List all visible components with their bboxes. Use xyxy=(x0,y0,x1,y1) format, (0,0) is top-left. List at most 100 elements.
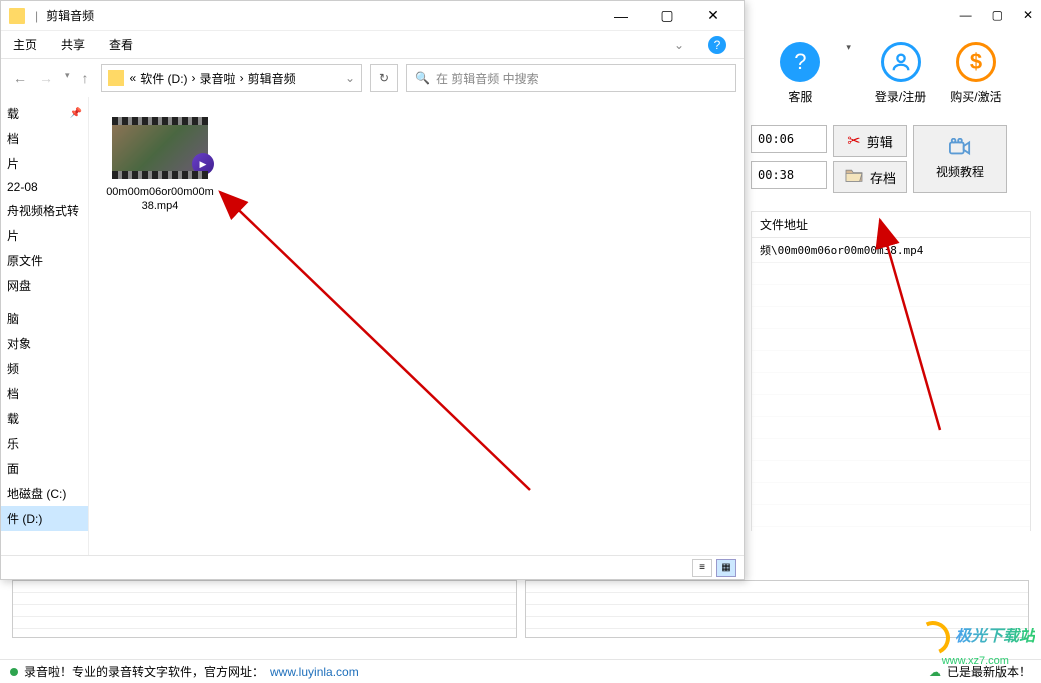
search-icon: 🔍 xyxy=(415,71,430,85)
bg-minimize-button[interactable]: — xyxy=(960,8,972,22)
watermark-name: 极光下载站 xyxy=(955,628,1035,645)
tutorial-button[interactable]: 视频教程 xyxy=(913,125,1007,193)
sidebar-item[interactable]: 网盘 xyxy=(1,273,88,298)
time-end-input[interactable]: 00:38 xyxy=(751,161,827,189)
control-area: 00:06 ✂ 剪辑 视频教程 00:38 存档 文件地址 xyxy=(741,125,1041,531)
status-dot-icon xyxy=(10,668,18,676)
breadcrumb-dropdown-icon[interactable]: ⌄ xyxy=(345,71,355,85)
play-overlay-icon: ▶ xyxy=(192,153,214,175)
sidebar-item[interactable]: 档 xyxy=(1,381,88,406)
view-icons-button[interactable]: ▦ xyxy=(716,559,736,577)
sidebar-item[interactable]: 乐 xyxy=(1,431,88,456)
help-icon: ? xyxy=(780,42,820,82)
explorer-title-bar: | 剪辑音频 — ▢ ✕ xyxy=(1,1,744,31)
nav-up-button[interactable]: ↑ xyxy=(78,66,93,90)
footer-url[interactable]: www.luyinla.com xyxy=(270,665,359,679)
sidebar-item-selected[interactable]: 件 (D:) xyxy=(1,506,88,531)
sidebar-item[interactable]: 脑 xyxy=(1,306,88,331)
sidebar-item[interactable]: 对象 xyxy=(1,331,88,356)
tab-home[interactable]: 主页 xyxy=(13,36,37,53)
maximize-button[interactable]: ▢ xyxy=(644,1,690,31)
login-label: 登录/注册 xyxy=(875,88,926,105)
bg-maximize-button[interactable]: ▢ xyxy=(992,8,1003,22)
folder-icon xyxy=(9,8,25,24)
watermark-logo: 极光下载站 www.xz7.com xyxy=(916,621,1035,667)
user-icon xyxy=(881,42,921,82)
sidebar-item[interactable]: 片 xyxy=(1,151,88,176)
chevron-down-icon[interactable]: ⌄ xyxy=(674,38,684,52)
tab-share[interactable]: 共享 xyxy=(61,36,85,53)
help-label: 客服 xyxy=(780,88,820,105)
file-item[interactable]: ▶ 00m00m06or00m00m38.mp4 xyxy=(105,117,215,214)
waveform-area xyxy=(0,580,1041,638)
close-button[interactable]: ✕ xyxy=(690,1,736,31)
time-start-input[interactable]: 00:06 xyxy=(751,125,827,153)
sidebar-item[interactable]: 面 xyxy=(1,456,88,481)
camera-icon xyxy=(949,138,971,161)
list-empty-rows xyxy=(752,263,1030,537)
bg-close-button[interactable]: ✕ xyxy=(1023,8,1033,22)
save-label: 存档 xyxy=(870,168,896,187)
breadcrumb-sep: › xyxy=(192,71,196,85)
file-list-row[interactable]: 频\00m00m06or00m00m38.mp4 xyxy=(752,238,1030,263)
nav-forward-button[interactable]: → xyxy=(35,66,57,90)
buy-label: 购买/激活 xyxy=(950,88,1001,105)
sidebar-item[interactable]: 频 xyxy=(1,356,88,381)
login-button[interactable]: 登录/注册 xyxy=(875,42,926,105)
sidebar-item[interactable]: 片 xyxy=(1,223,88,248)
sidebar-item[interactable]: 载📌 xyxy=(1,101,88,126)
save-button[interactable]: 存档 xyxy=(833,161,907,193)
breadcrumb-part-0[interactable]: 软件 (D:) xyxy=(140,70,187,87)
explorer-tabs: 主页 共享 查看 ⌄ ? xyxy=(1,31,744,59)
watermark-swoosh-icon xyxy=(911,616,955,660)
explorer-sidebar: 载📌 档 片 22-08 舟视频格式转 片 原文件 网盘 脑 对象 频 档 载 … xyxy=(1,97,89,555)
separator: | xyxy=(35,9,38,23)
file-list-header: 文件地址 xyxy=(752,212,1030,238)
scissors-icon: ✂ xyxy=(847,131,860,151)
video-thumbnail: ▶ xyxy=(112,117,208,179)
search-input[interactable]: 🔍 在 剪辑音频 中搜索 xyxy=(406,64,736,92)
watermark-url: www.xz7.com xyxy=(916,655,1035,667)
footer-text: 录音啦！专业的录音转文字软件，官方网址： xyxy=(24,663,264,680)
sidebar-item[interactable]: 地磁盘 (C:) xyxy=(1,481,88,506)
pin-icon: 📌 xyxy=(70,108,82,119)
waveform-left[interactable] xyxy=(12,580,517,638)
buy-icon: $ xyxy=(956,42,996,82)
bg-app-toolbar: ? 客服 ▾ 登录/注册 $ 购买/激活 xyxy=(741,30,1041,125)
bg-app-titlebar: — ▢ ✕ xyxy=(741,0,1041,30)
sidebar-item[interactable]: 舟视频格式转 xyxy=(1,198,88,223)
file-name-label: 00m00m06or00m00m38.mp4 xyxy=(105,185,215,214)
dropdown-caret-icon[interactable]: ▾ xyxy=(846,42,851,105)
tab-view[interactable]: 查看 xyxy=(109,36,133,53)
file-explorer-window: | 剪辑音频 — ▢ ✕ 主页 共享 查看 ⌄ ? ← → ▾ ↑ « 软件 (… xyxy=(0,0,745,580)
minimize-button[interactable]: — xyxy=(598,1,644,31)
help-badge-icon[interactable]: ? xyxy=(708,36,726,54)
address-bar: ← → ▾ ↑ « 软件 (D:) › 录音啦 › 剪辑音频 ⌄ ↻ 🔍 在 剪… xyxy=(1,59,744,97)
explorer-status-bar: ≡ ▦ xyxy=(1,555,744,579)
help-button[interactable]: ? 客服 xyxy=(780,42,820,105)
search-placeholder: 在 剪辑音频 中搜索 xyxy=(436,70,539,87)
edit-button[interactable]: ✂ 剪辑 xyxy=(833,125,907,157)
edit-label: 剪辑 xyxy=(867,132,893,151)
folder-open-icon xyxy=(844,167,864,188)
sidebar-item[interactable]: 原文件 xyxy=(1,248,88,273)
breadcrumb-folder-icon xyxy=(108,70,124,86)
file-area[interactable]: ▶ 00m00m06or00m00m38.mp4 xyxy=(89,97,744,555)
sidebar-item[interactable]: 载 xyxy=(1,406,88,431)
app-footer: 录音啦！专业的录音转文字软件，官方网址： www.luyinla.com ☁ 已… xyxy=(0,659,1041,683)
breadcrumb-sep: › xyxy=(240,71,244,85)
tutorial-label: 视频教程 xyxy=(936,163,984,180)
breadcrumb-part-2[interactable]: 剪辑音频 xyxy=(248,70,296,87)
view-details-button[interactable]: ≡ xyxy=(692,559,712,577)
nav-back-button[interactable]: ← xyxy=(9,66,31,90)
breadcrumb-prefix: « xyxy=(130,71,137,85)
nav-history-button[interactable]: ▾ xyxy=(61,66,74,90)
sidebar-item[interactable]: 档 xyxy=(1,126,88,151)
refresh-button[interactable]: ↻ xyxy=(370,64,398,92)
explorer-title: 剪辑音频 xyxy=(46,7,94,24)
file-list: 文件地址 频\00m00m06or00m00m38.mp4 xyxy=(751,211,1031,531)
sidebar-item[interactable]: 22-08 xyxy=(1,176,88,198)
breadcrumb-part-1[interactable]: 录音啦 xyxy=(200,70,236,87)
breadcrumb[interactable]: « 软件 (D:) › 录音啦 › 剪辑音频 ⌄ xyxy=(101,64,362,92)
buy-button[interactable]: $ 购买/激活 xyxy=(950,42,1001,105)
